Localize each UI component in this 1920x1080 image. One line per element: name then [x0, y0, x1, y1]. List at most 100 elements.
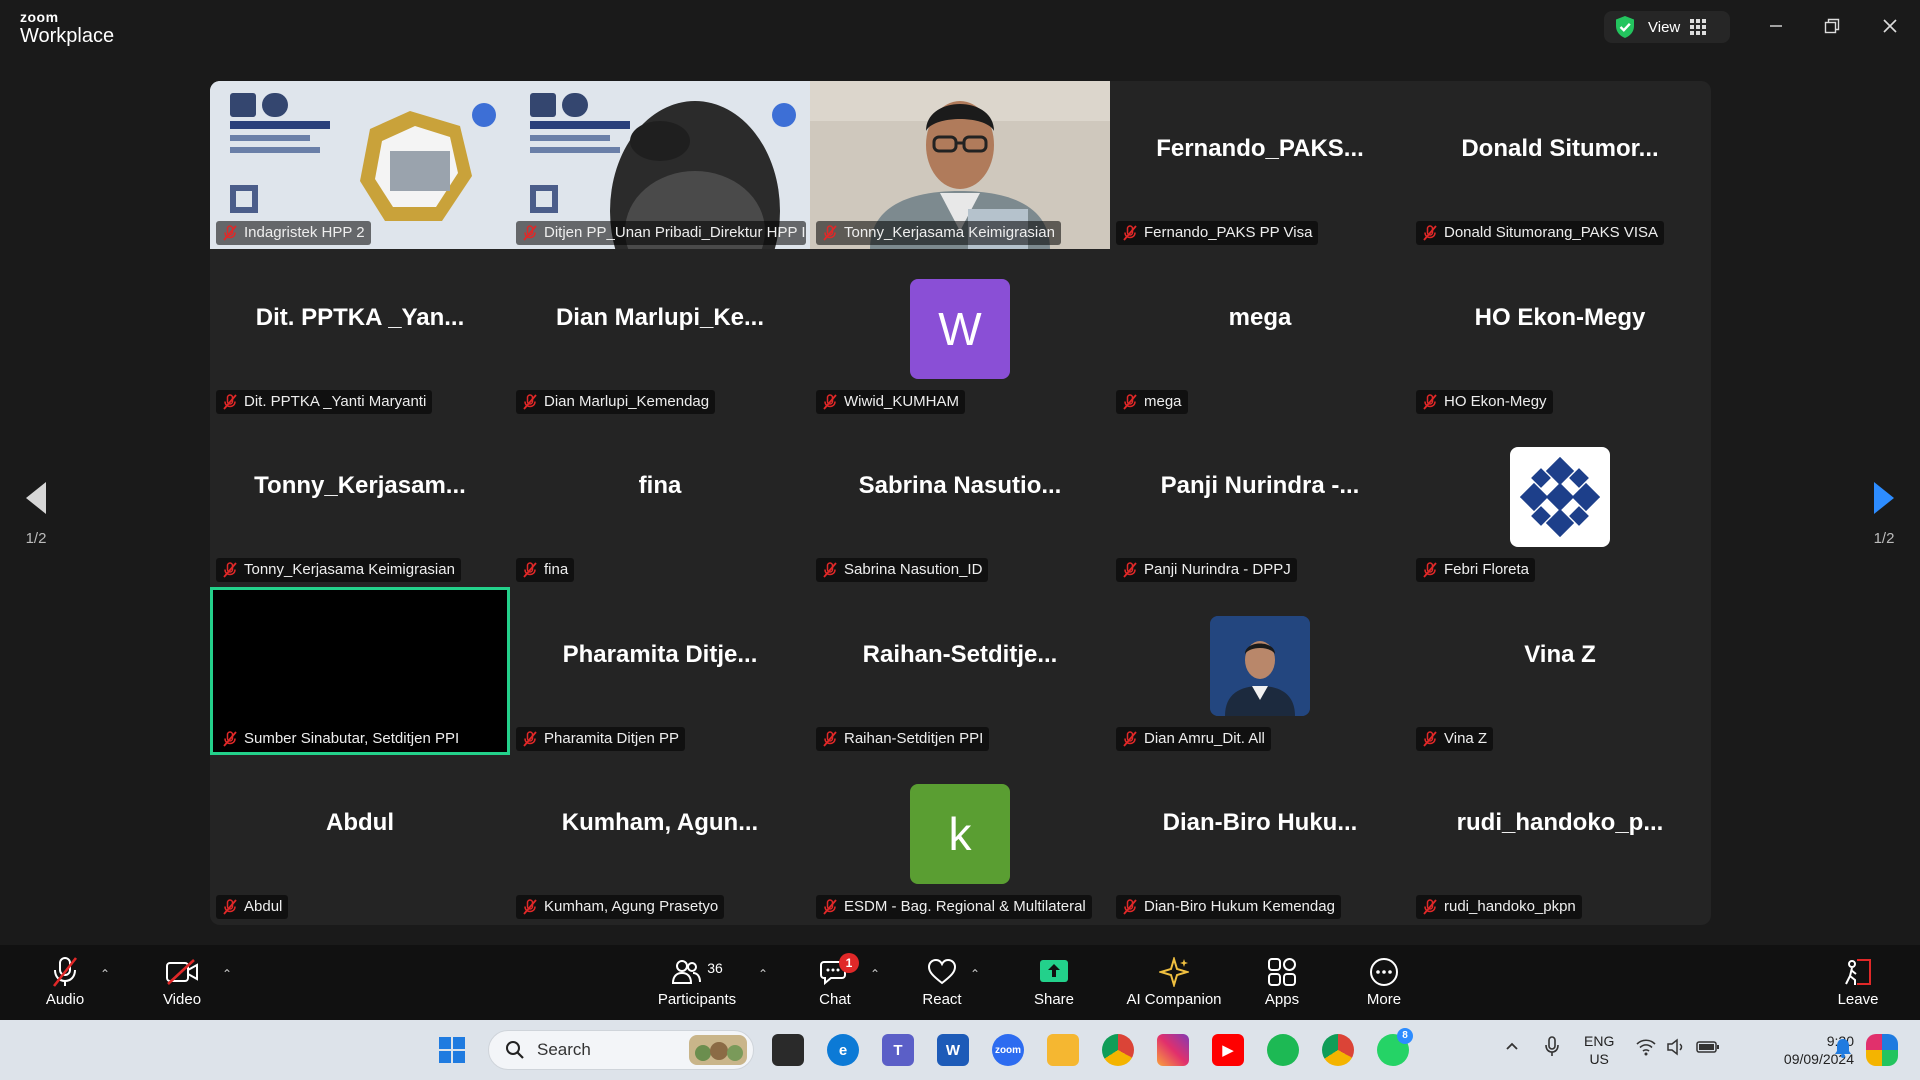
- react-options-button[interactable]: ⌃: [970, 967, 980, 981]
- close-button[interactable]: [1872, 10, 1908, 42]
- participant-tile[interactable]: Panji Nurindra -... Panji Nurindra - DPPJ: [1110, 418, 1410, 586]
- participant-tile[interactable]: Raihan-Setditje... Raihan-Setditjen PPI: [810, 587, 1110, 755]
- participant-display-name: HO Ekon-Megy: [1474, 304, 1646, 331]
- restore-button[interactable]: [1814, 10, 1850, 42]
- audio-options-button[interactable]: ⌃: [100, 967, 110, 981]
- participants-options-button[interactable]: ⌃: [758, 967, 768, 981]
- view-button[interactable]: View: [1604, 11, 1730, 43]
- participants-button[interactable]: 36 Participants: [652, 955, 742, 1015]
- mic-muted-icon: [1123, 394, 1137, 410]
- mic-muted-icon: [1423, 562, 1437, 578]
- participant-name: Kumham, Agung Prasetyo: [544, 898, 719, 915]
- previous-page-button[interactable]: 1/2: [16, 480, 56, 547]
- start-button[interactable]: [436, 1034, 468, 1066]
- leave-button[interactable]: Leave: [1838, 955, 1878, 1015]
- participant-avatar: k: [910, 784, 1010, 884]
- minimize-icon: [1770, 25, 1782, 27]
- chrome-profile-icon[interactable]: [1322, 1034, 1354, 1066]
- taskbar-search[interactable]: Search: [488, 1030, 754, 1070]
- participant-tile[interactable]: fina fina: [510, 418, 810, 586]
- edge-icon[interactable]: e: [827, 1034, 859, 1066]
- participant-tile[interactable]: Tonny_Kerjasam... Tonny_Kerjasama Keimigr…: [210, 418, 510, 586]
- title-bar: zoom Workplace View: [0, 0, 1920, 56]
- participant-tile[interactable]: Tonny_Kerjasama Keimigrasian: [810, 81, 1110, 249]
- ai-companion-label: AI Companion: [1126, 991, 1222, 1008]
- more-button[interactable]: More: [1364, 955, 1404, 1015]
- mic-muted-icon: [823, 562, 837, 578]
- spotify-icon[interactable]: [1267, 1034, 1299, 1066]
- participant-tile[interactable]: Indagristek HPP 2: [210, 81, 510, 249]
- language-indicator[interactable]: ENG US: [1584, 1032, 1614, 1068]
- participant-name-label: Pharamita Ditjen PP: [516, 727, 686, 751]
- participant-name-label: Sumber Sinabutar, Setditjen PPI: [216, 727, 466, 751]
- participant-name-label: Sabrina Nasution_ID: [816, 558, 989, 582]
- show-hidden-icons-button[interactable]: [1504, 1038, 1520, 1057]
- teams-icon[interactable]: T: [882, 1034, 914, 1066]
- ai-companion-button[interactable]: AI Companion: [1124, 955, 1224, 1015]
- windows-taskbar: Search e T W zoom ▶ 8 ENG US 09/09/2024: [0, 1020, 1920, 1080]
- more-label: More: [1366, 991, 1402, 1008]
- audio-button[interactable]: Audio: [40, 955, 90, 1015]
- network-volume-battery[interactable]: [1636, 1038, 1720, 1059]
- video-gallery: Indagristek HPP 2 Ditjen PP_Unan Pribadi_…: [210, 81, 1711, 925]
- task-view-icon[interactable]: [772, 1034, 804, 1066]
- participant-tile[interactable]: Febri Floreta: [1410, 418, 1710, 586]
- participant-tile[interactable]: HO Ekon-Megy HO Ekon-Megy: [1410, 250, 1710, 418]
- participant-name-label: Dian Amru_Dit. All: [1116, 727, 1271, 751]
- share-button[interactable]: Share: [1034, 955, 1074, 1015]
- word-icon[interactable]: W: [937, 1034, 969, 1066]
- participant-name: Ditjen PP_Unan Pribadi_Direktur HPP II: [544, 224, 806, 241]
- participant-tile[interactable]: Abdul Abdul: [210, 755, 510, 923]
- participant-tile[interactable]: Dian Marlupi_Ke... Dian Marlupi_Kemendag: [510, 250, 810, 418]
- youtube-icon[interactable]: ▶: [1212, 1034, 1244, 1066]
- mic-muted-icon: [823, 394, 837, 410]
- participant-name: Dian Amru_Dit. All: [1144, 730, 1265, 747]
- participant-tile[interactable]: Dit. PPTKA _Yan... Dit. PPTKA _Yanti Mary…: [210, 250, 510, 418]
- participant-name-label: Wiwid_KUMHAM: [816, 390, 966, 414]
- participant-tile[interactable]: Donald Situmor... Donald Situmorang_PAKS …: [1410, 81, 1710, 249]
- mic-muted-icon: [823, 899, 837, 915]
- participant-tile[interactable]: Sabrina Nasutio... Sabrina Nasution_ID: [810, 418, 1110, 586]
- copilot-icon[interactable]: [1866, 1034, 1898, 1066]
- video-button[interactable]: Video: [157, 955, 207, 1015]
- participant-tile[interactable]: Sumber Sinabutar, Setditjen PPI: [210, 587, 510, 755]
- participant-display-name: Kumham, Agun...: [561, 809, 759, 836]
- participant-tile[interactable]: Dian Amru_Dit. All: [1110, 587, 1410, 755]
- notifications-button[interactable]: [1834, 1038, 1852, 1061]
- chrome-icon[interactable]: [1102, 1034, 1134, 1066]
- video-options-button[interactable]: ⌃: [222, 967, 232, 981]
- heart-icon: [927, 958, 957, 985]
- mic-muted-icon: [523, 225, 537, 241]
- mic-muted-icon: [1423, 394, 1437, 410]
- participant-tile[interactable]: W Wiwid_KUMHAM: [810, 250, 1110, 418]
- participant-tile[interactable]: Fernando_PAKS... Fernando_PAKS PP Visa: [1110, 81, 1410, 249]
- next-page-button[interactable]: 1/2: [1864, 480, 1904, 547]
- participant-tile[interactable]: Vina Z Vina Z: [1410, 587, 1710, 755]
- participant-tile[interactable]: k ESDM - Bag. Regional & Multilateral: [810, 755, 1110, 923]
- participant-name: ESDM - Bag. Regional & Multilateral: [844, 898, 1086, 915]
- participant-tile[interactable]: rudi_handoko_p... rudi_handoko_pkpn: [1410, 755, 1710, 923]
- mic-muted-icon: [523, 899, 537, 915]
- chat-button[interactable]: Chat 1: [815, 953, 859, 1015]
- participant-name-label: ESDM - Bag. Regional & Multilateral: [816, 895, 1092, 919]
- chat-options-button[interactable]: ⌃: [870, 967, 880, 981]
- participant-tile[interactable]: Dian-Biro Huku... Dian-Biro Hukum Kemenda…: [1110, 755, 1410, 923]
- instagram-icon[interactable]: [1157, 1034, 1189, 1066]
- participants-label: Participants: [657, 991, 737, 1008]
- participant-tile[interactable]: mega mega: [1110, 250, 1410, 418]
- react-button[interactable]: React: [922, 955, 962, 1015]
- participant-name-label: Raihan-Setditjen PPI: [816, 727, 990, 751]
- microphone-tray-icon[interactable]: [1544, 1036, 1560, 1061]
- participant-tile[interactable]: Ditjen PP_Unan Pribadi_Direktur HPP II: [510, 81, 810, 249]
- minimize-button[interactable]: [1758, 10, 1794, 42]
- file-explorer-icon[interactable]: [1047, 1034, 1079, 1066]
- participant-name: Indagristek HPP 2: [244, 224, 365, 241]
- zoom-app-icon[interactable]: zoom: [992, 1034, 1024, 1066]
- participant-tile[interactable]: Kumham, Agun... Kumham, Agung Prasetyo: [510, 755, 810, 923]
- participant-name-label: Kumham, Agung Prasetyo: [516, 895, 725, 919]
- participant-tile[interactable]: Pharamita Ditje... Pharamita Ditjen PP: [510, 587, 810, 755]
- react-label: React: [922, 991, 962, 1008]
- mic-muted-icon: [223, 899, 237, 915]
- apps-button[interactable]: Apps: [1262, 955, 1302, 1015]
- whatsapp-icon[interactable]: 8: [1377, 1028, 1413, 1066]
